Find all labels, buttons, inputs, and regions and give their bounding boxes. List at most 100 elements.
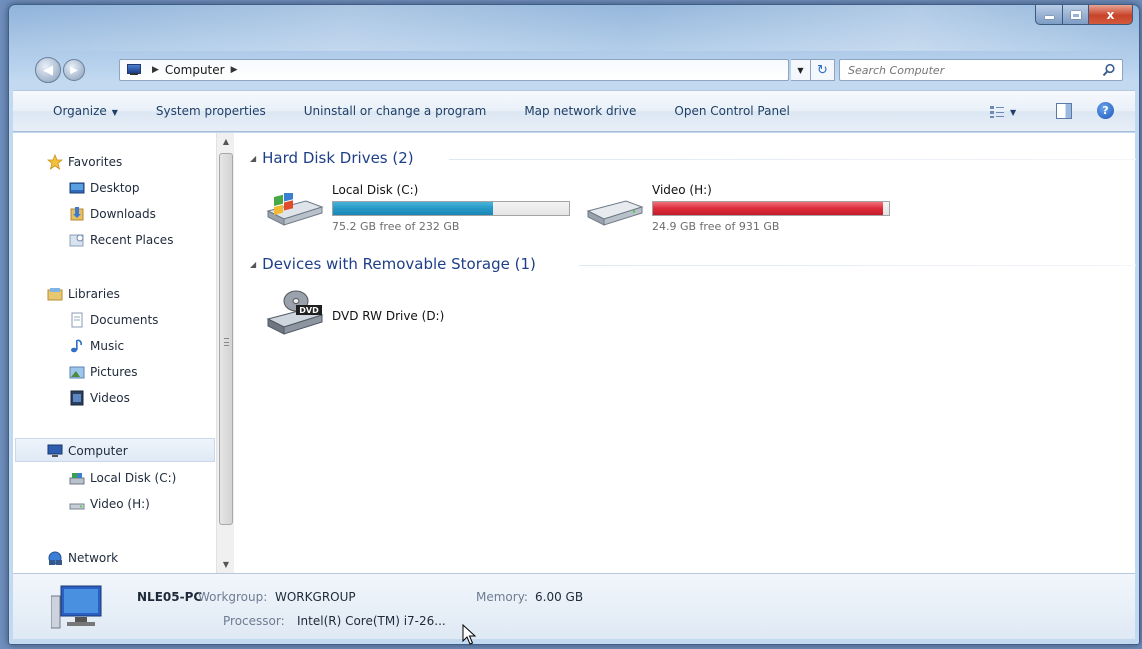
memory-value: 6.00 GB — [535, 590, 584, 604]
processor-value: Intel(R) Core(TM) i7-26... — [297, 614, 446, 628]
computer-icon — [47, 444, 63, 457]
view-icon — [990, 106, 1004, 118]
address-bar[interactable]: ▶ Computer ▶ — [119, 59, 789, 81]
drive-free-space: 75.2 GB free of 232 GB — [332, 220, 460, 233]
drive-tile-h[interactable]: Video (H:) 24.9 GB free of 931 GB — [586, 183, 896, 239]
search-box[interactable] — [839, 59, 1123, 81]
nav-label: Recent Places — [90, 233, 174, 247]
close-button[interactable]: x — [1089, 5, 1133, 25]
command-bar: Organize ▼ System properties Uninstall or… — [13, 90, 1135, 132]
search-icon[interactable] — [1102, 63, 1116, 77]
explorer-body: Favorites Desktop Downloads Recent Place… — [13, 133, 1136, 573]
forward-arrow-icon: ▶ — [70, 64, 78, 76]
nav-downloads[interactable]: Downloads — [69, 203, 156, 225]
scrollbar-thumb[interactable] — [219, 153, 233, 525]
nav-label: Desktop — [90, 181, 140, 195]
nav-recent-places[interactable]: Recent Places — [69, 229, 173, 251]
nav-libraries[interactable]: Libraries — [47, 283, 120, 305]
nav-label: Pictures — [90, 365, 138, 379]
mouse-cursor-icon — [462, 624, 477, 645]
nav-documents[interactable]: Documents — [69, 309, 158, 331]
group-removable-storage[interactable]: ◢ Devices with Removable Storage (1) — [250, 255, 536, 273]
breadcrumb-separator-icon[interactable]: ▶ — [152, 65, 159, 75]
drive-usage-bar — [652, 201, 890, 216]
map-network-drive-button[interactable]: Map network drive — [524, 104, 636, 118]
drive-name: Video (H:) — [652, 183, 712, 197]
help-button[interactable]: ? — [1097, 102, 1114, 119]
breadcrumb-separator-icon[interactable]: ▶ — [231, 65, 238, 75]
nav-videos[interactable]: Videos — [69, 387, 130, 409]
uninstall-program-button[interactable]: Uninstall or change a program — [304, 104, 487, 118]
nav-network[interactable]: Network — [47, 547, 118, 569]
grip-icon — [224, 338, 229, 346]
nav-label: Favorites — [68, 155, 123, 169]
nav-favorites[interactable]: Favorites — [47, 151, 122, 173]
nav-computer[interactable]: Computer — [47, 440, 128, 462]
videos-icon — [70, 390, 84, 406]
system-properties-button[interactable]: System properties — [156, 104, 266, 118]
group-divider — [579, 265, 1136, 266]
address-row: ◀ ▶ ▶ Computer ▶ ▼ ↻ — [9, 55, 1139, 85]
nav-label: Music — [90, 339, 125, 353]
nav-label: Libraries — [68, 287, 120, 301]
nav-desktop[interactable]: Desktop — [69, 177, 140, 199]
nav-pictures[interactable]: Pictures — [69, 361, 138, 383]
downloads-icon — [70, 207, 84, 221]
address-history-dropdown[interactable]: ▼ — [791, 59, 811, 81]
hard-drive-icon — [586, 200, 644, 226]
scroll-up-icon[interactable]: ▲ — [217, 133, 235, 150]
search-input[interactable] — [848, 63, 1088, 77]
maximize-button[interactable] — [1063, 5, 1089, 25]
hard-drive-icon — [69, 503, 85, 510]
drive-usage-bar — [332, 201, 570, 216]
nav-label: Network — [68, 551, 119, 565]
navigation-scrollbar[interactable]: ▲ ▼ — [216, 133, 234, 573]
collapse-icon[interactable]: ◢ — [250, 154, 256, 163]
forward-button[interactable]: ▶ — [63, 59, 85, 81]
drive-free-space: 24.9 GB free of 931 GB — [652, 220, 780, 233]
change-view-button[interactable]: ▼ — [989, 104, 1023, 120]
minimize-button[interactable] — [1035, 5, 1063, 25]
drive-name: DVD RW Drive (D:) — [332, 309, 445, 323]
memory-label: Memory: — [476, 590, 528, 604]
libraries-icon — [47, 288, 63, 301]
nav-video-drive[interactable]: Video (H:) — [69, 493, 150, 515]
organize-button[interactable]: Organize ▼ — [53, 104, 118, 118]
pictures-icon — [69, 366, 85, 379]
computer-icon — [51, 585, 102, 629]
back-button[interactable]: ◀ — [35, 57, 61, 83]
nav-music[interactable]: Music — [69, 335, 124, 357]
dvd-logo-text: DVD — [299, 306, 319, 315]
refresh-button[interactable]: ↻ — [811, 59, 835, 81]
star-icon — [47, 154, 63, 170]
preview-pane-button[interactable] — [1056, 103, 1072, 119]
minimize-icon — [1044, 15, 1054, 19]
group-hard-disk-drives[interactable]: ◢ Hard Disk Drives (2) — [250, 149, 414, 167]
group-title: Devices with Removable Storage (1) — [262, 255, 536, 273]
pc-name: NLE05-PC — [137, 590, 203, 604]
drive-tile-c[interactable]: Local Disk (C:) 75.2 GB free of 232 GB — [266, 183, 576, 239]
group-divider — [449, 159, 1136, 160]
maximize-icon — [1070, 10, 1081, 19]
breadcrumb-computer[interactable]: Computer — [165, 63, 225, 77]
navigation-pane: Favorites Desktop Downloads Recent Place… — [13, 133, 216, 573]
nav-label: Downloads — [90, 207, 156, 221]
collapse-icon[interactable]: ◢ — [250, 260, 256, 269]
open-control-panel-button[interactable]: Open Control Panel — [674, 104, 789, 118]
drive-usage-fill — [333, 202, 493, 215]
chevron-down-icon: ▼ — [797, 65, 804, 75]
close-icon: x — [1106, 7, 1115, 22]
drive-usage-fill — [653, 202, 883, 215]
chevron-down-icon: ▼ — [111, 108, 118, 117]
scroll-down-icon[interactable]: ▼ — [217, 556, 235, 573]
organize-label: Organize — [53, 104, 107, 118]
drive-tile-dvd[interactable]: DVD DVD RW Drive (D:) — [266, 289, 506, 345]
workgroup-value: WORKGROUP — [275, 590, 356, 604]
title-bar[interactable] — [9, 5, 1139, 51]
caption-buttons: x — [1035, 5, 1133, 25]
drive-name: Local Disk (C:) — [332, 183, 419, 197]
nav-local-disk[interactable]: Local Disk (C:) — [69, 467, 176, 489]
nav-label: Documents — [90, 313, 159, 327]
local-disk-icon — [266, 193, 324, 226]
refresh-icon: ↻ — [817, 62, 828, 78]
